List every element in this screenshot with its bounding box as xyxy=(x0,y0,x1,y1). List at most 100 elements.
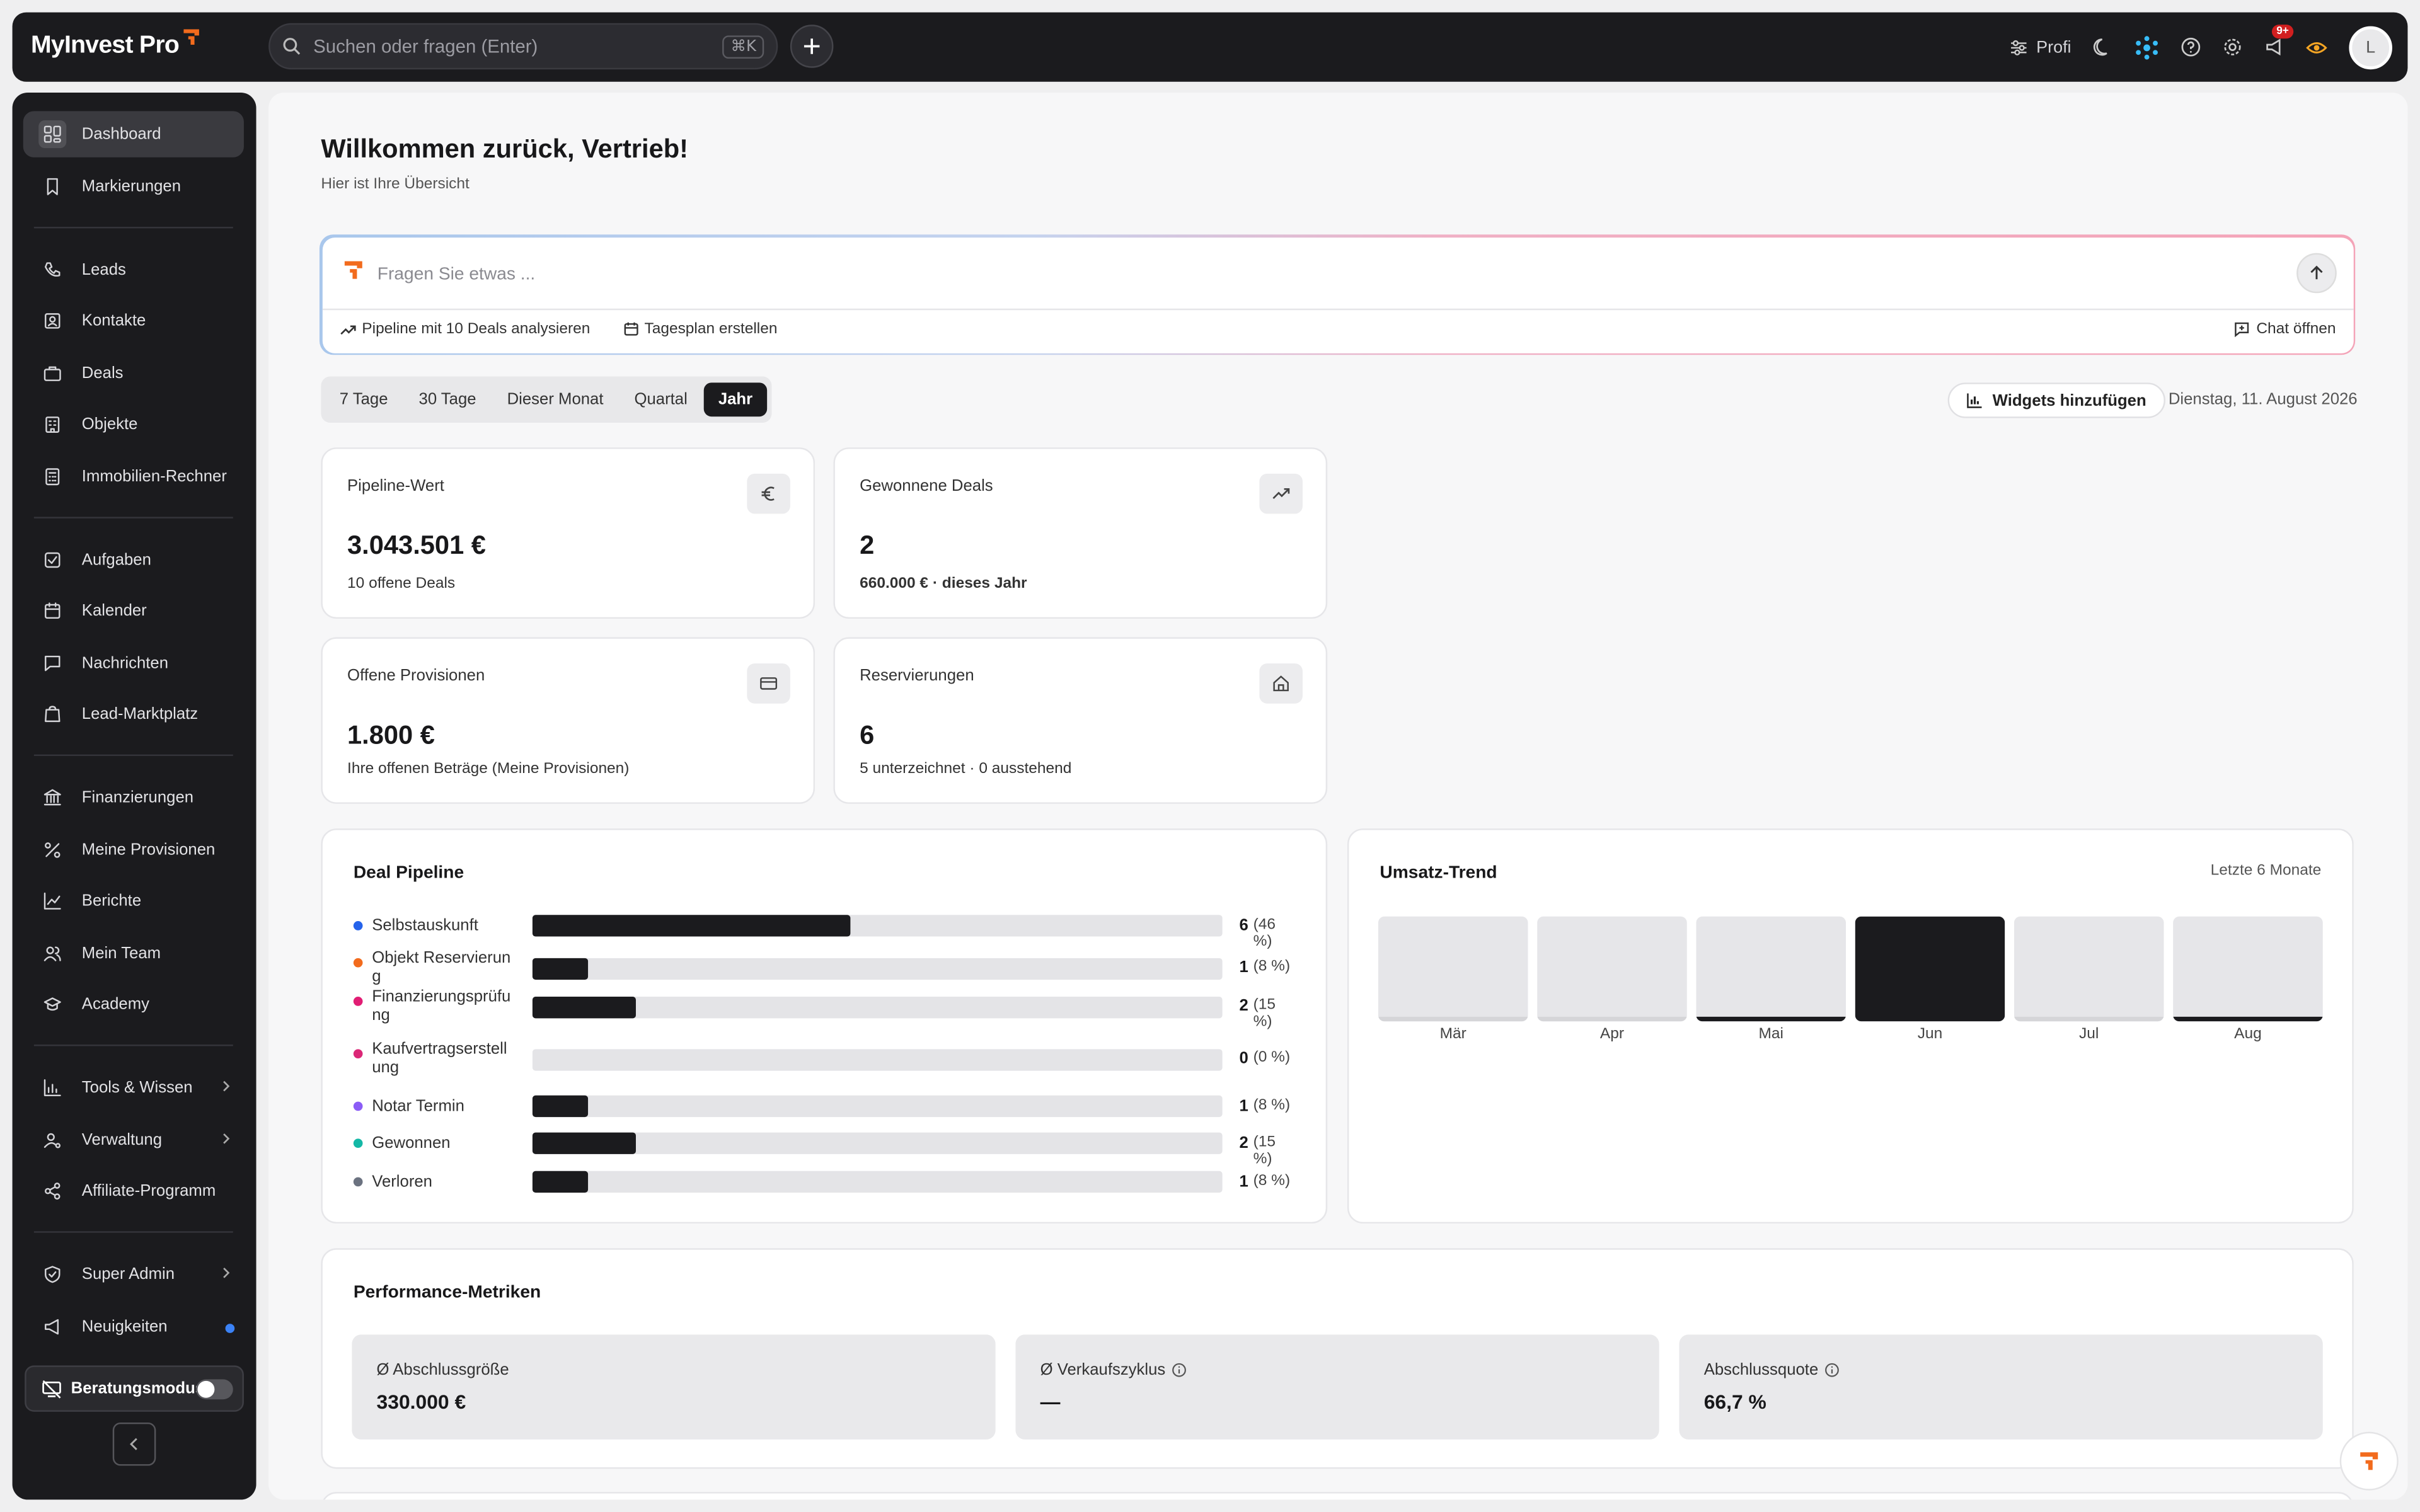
stage-percent: (8 %) xyxy=(1253,1097,1291,1114)
sidebar-item-mein-team[interactable]: Mein Team xyxy=(23,930,244,976)
trend-bar[interactable] xyxy=(1537,916,1687,1022)
open-chat-button[interactable]: Chat öffnen xyxy=(2233,320,2336,337)
info-icon[interactable] xyxy=(1172,1362,1187,1377)
trend-up-icon xyxy=(340,324,355,334)
theme-toggle-button[interactable] xyxy=(2093,37,2113,57)
kpi-subtext: 660.000 € · dieses Jahr xyxy=(860,575,1027,593)
info-icon[interactable] xyxy=(1824,1362,1840,1377)
sidebar-item-leads[interactable]: Leads xyxy=(23,246,244,292)
assistant-fab-button[interactable] xyxy=(2339,1431,2399,1491)
sidebar-item-affiliate-programm[interactable]: Affiliate-Programm xyxy=(23,1168,244,1214)
bank-icon xyxy=(43,789,61,806)
sidebar-item-label: Aufgaben xyxy=(81,550,151,569)
top-bar: MyInvest Pro Suchen oder fragen (Enter) … xyxy=(12,12,2408,82)
sidebar-item-kontakte[interactable]: Kontakte xyxy=(23,298,244,344)
user-avatar[interactable]: L xyxy=(2349,25,2392,69)
sidebar-item-verwaltung[interactable]: Verwaltung xyxy=(23,1116,244,1162)
consult-mode-switch[interactable] xyxy=(196,1379,233,1400)
sidebar-item-label: Kontakte xyxy=(81,311,146,331)
sidebar-item-label: Immobilien-Rechner xyxy=(81,466,227,486)
stage-color-dot xyxy=(353,921,363,931)
sidebar-item-neuigkeiten[interactable]: Neuigkeiten xyxy=(23,1303,244,1349)
bookmark-icon xyxy=(47,177,58,195)
add-widgets-label: Widgets hinzufügen xyxy=(1992,391,2146,410)
notifications-button[interactable]: 9+ xyxy=(2264,25,2294,57)
calculator-icon xyxy=(38,462,66,490)
view-mode-button[interactable]: Profi xyxy=(2010,38,2071,56)
range-tab-7-tage[interactable]: 7 Tage xyxy=(326,382,402,416)
ai-hub-button[interactable] xyxy=(2135,35,2159,59)
range-tab-jahr[interactable]: Jahr xyxy=(704,382,767,417)
range-tab-quartal[interactable]: Quartal xyxy=(620,382,701,416)
pipeline-stage-row[interactable]: Finanzierungsprüfung 2 (15 %) xyxy=(353,987,1298,1034)
settings-button[interactable] xyxy=(2223,37,2243,57)
sidebar-item-nachrichten[interactable]: Nachrichten xyxy=(23,639,244,685)
consult-mode-toggle[interactable]: Beratungsmodus xyxy=(25,1365,244,1412)
kpi-card-reservations[interactable]: Reservierungen 6 5 unterzeichnet · 0 aus… xyxy=(833,637,1328,804)
sidebar-item-dashboard[interactable]: Dashboard xyxy=(23,111,244,158)
ai-send-button[interactable] xyxy=(2295,252,2336,293)
visibility-button[interactable] xyxy=(2306,38,2327,56)
collapse-sidebar-button[interactable] xyxy=(112,1422,156,1466)
pipeline-stage-row[interactable]: Selbstauskunft 6 (46 %) xyxy=(353,915,1298,951)
kpi-card-open-commissions[interactable]: Offene Provisionen 1.800 € Ihre offenen … xyxy=(321,637,815,804)
pipeline-stage-row[interactable]: Verloren 1 (8 %) xyxy=(353,1171,1298,1193)
kpi-card-pipeline-value[interactable]: Pipeline-Wert 3.043.501 € 10 offene Deal… xyxy=(321,447,815,619)
sidebar-item-objekte[interactable]: Objekte xyxy=(23,401,244,447)
stage-label: Selbstauskunft xyxy=(372,916,478,936)
shop-icon xyxy=(38,701,66,728)
sidebar-item-aufgaben[interactable]: Aufgaben xyxy=(23,536,244,582)
page-subtitle: Hier ist Ihre Übersicht xyxy=(321,176,470,193)
sidebar-item-academy[interactable]: Academy xyxy=(23,982,244,1028)
sidebar-item-immobilien-rechner[interactable]: Immobilien-Rechner xyxy=(23,453,244,499)
kpi-value: 6 xyxy=(860,720,875,750)
ai-prompt-input[interactable]: Fragen Sie etwas ... xyxy=(377,265,535,283)
pipeline-stage-row[interactable]: Notar Termin 1 (8 %) xyxy=(353,1095,1298,1118)
trend-bar[interactable] xyxy=(2173,916,2323,1022)
range-tab-dieser-monat[interactable]: Dieser Monat xyxy=(493,382,618,416)
pipeline-stage-row[interactable]: Kaufvertragserstellung 0 (0 %) xyxy=(353,1040,1298,1087)
metric-value: — xyxy=(1040,1390,1061,1414)
trend-range-label: Letzte 6 Monate xyxy=(2210,862,2322,879)
kpi-value: 1.800 € xyxy=(347,720,435,750)
sidebar-item-super-admin[interactable]: Super Admin xyxy=(23,1251,244,1297)
sidebar-item-markierungen[interactable]: Markierungen xyxy=(23,163,244,209)
phone-icon xyxy=(38,255,66,283)
graduation-icon xyxy=(43,997,61,1011)
nav-divider xyxy=(33,754,233,757)
dashboard-icon xyxy=(38,120,67,149)
pipeline-stage-row[interactable]: Gewonnen 2 (15 %) xyxy=(353,1132,1298,1168)
app-logo[interactable]: MyInvest Pro xyxy=(31,29,202,60)
metric-tile: Abschlussquote 66,7 % xyxy=(1679,1334,2323,1440)
sidebar-item-meine-provisionen[interactable]: Meine Provisionen xyxy=(23,826,244,872)
stage-color-dot xyxy=(353,1101,363,1111)
sidebar-item-berichte[interactable]: Berichte xyxy=(23,878,244,924)
help-button[interactable] xyxy=(2181,37,2201,57)
suggestion-daily-plan[interactable]: Tagesplan erstellen xyxy=(623,320,777,337)
sidebar-item-label: Super Admin xyxy=(81,1265,175,1284)
metric-value: 66,7 % xyxy=(1703,1390,1766,1414)
sidebar-item-deals[interactable]: Deals xyxy=(23,350,244,396)
stage-color-dot xyxy=(353,1049,363,1059)
trend-month-label: Jun xyxy=(1917,1026,1943,1043)
stage-progress-fill xyxy=(532,997,637,1019)
kpi-card-won-deals[interactable]: Gewonnene Deals 2 660.000 € · dieses Jah… xyxy=(833,447,1328,619)
trend-bar[interactable] xyxy=(1696,916,1847,1022)
pipeline-title: Deal Pipeline xyxy=(353,864,464,883)
trend-bar[interactable] xyxy=(1855,916,2005,1022)
suggestion-analyze-pipeline[interactable]: Pipeline mit 10 Deals analysieren xyxy=(339,320,590,337)
sidebar-item-kalender[interactable]: Kalender xyxy=(23,588,244,634)
add-widgets-button[interactable]: Widgets hinzufügen xyxy=(1947,382,2165,418)
trend-bar-fill xyxy=(1855,916,2005,1022)
trend-bar[interactable] xyxy=(1378,916,1528,1022)
sidebar-item-lead-marktplatz[interactable]: Lead-Marktplatz xyxy=(23,691,244,737)
global-search-input[interactable]: Suchen oder fragen (Enter) ⌘K xyxy=(268,23,778,70)
range-tab-30-tage[interactable]: 30 Tage xyxy=(405,382,490,416)
sidebar-item-finanzierungen[interactable]: Finanzierungen xyxy=(23,774,244,820)
create-new-button[interactable] xyxy=(790,25,834,68)
current-date: Dienstag, 11. August 2026 xyxy=(2168,390,2358,409)
sidebar-item-tools-wissen[interactable]: Tools & Wissen xyxy=(23,1065,244,1111)
trend-bar[interactable] xyxy=(2014,916,2164,1022)
trend-bar-base xyxy=(1537,1016,1687,1022)
metric-label: Abschlussquote xyxy=(1704,1361,1840,1379)
